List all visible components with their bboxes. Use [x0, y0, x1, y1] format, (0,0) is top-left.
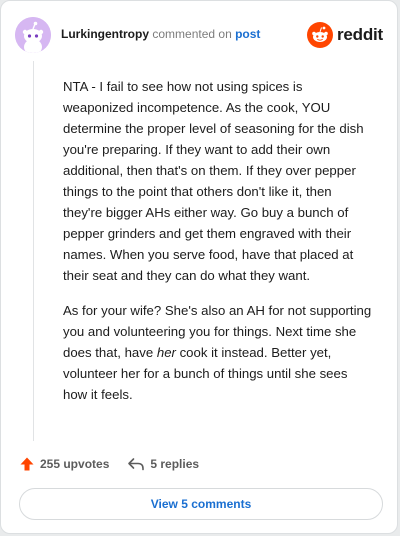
view-comments-label: View 5 comments	[150, 497, 252, 511]
comment-card: Lurkingentropy commented on post reddit …	[0, 0, 398, 534]
comment-byline: Lurkingentropy commented on post	[61, 27, 260, 41]
reply-arrow-icon	[128, 458, 145, 471]
replies-button[interactable]: 5 replies	[127, 456, 199, 472]
comment-paragraph-2: As for your wife? She's also an AH for n…	[63, 300, 373, 405]
comment-body: NTA - I fail to see how not using spices…	[63, 76, 373, 419]
thread-line	[33, 61, 34, 441]
username[interactable]: Lurkingentropy	[61, 27, 149, 41]
reddit-snoo-icon	[306, 22, 333, 48]
reddit-logo[interactable]: reddit	[306, 21, 383, 49]
snoo-avatar-icon	[15, 17, 51, 53]
post-link[interactable]: post	[235, 27, 260, 41]
avatar[interactable]	[15, 17, 51, 53]
comment-actions: 255 upvotes 5 replies	[19, 455, 199, 473]
upvote-arrow-icon	[20, 457, 34, 471]
comment-header: Lurkingentropy commented on post reddit	[15, 17, 383, 53]
comment-paragraph-2-emphasis: her	[156, 345, 176, 360]
upvote-count: 255 upvotes	[40, 457, 110, 471]
comment-paragraph-1: NTA - I fail to see how not using spices…	[63, 79, 364, 283]
upvote-button[interactable]: 255 upvotes	[19, 456, 109, 472]
logo-wordmark: reddit	[336, 25, 383, 44]
action-text: commented on	[152, 27, 232, 41]
view-comments-button[interactable]: View 5 comments	[19, 488, 383, 520]
reply-count: 5 replies	[150, 457, 200, 471]
